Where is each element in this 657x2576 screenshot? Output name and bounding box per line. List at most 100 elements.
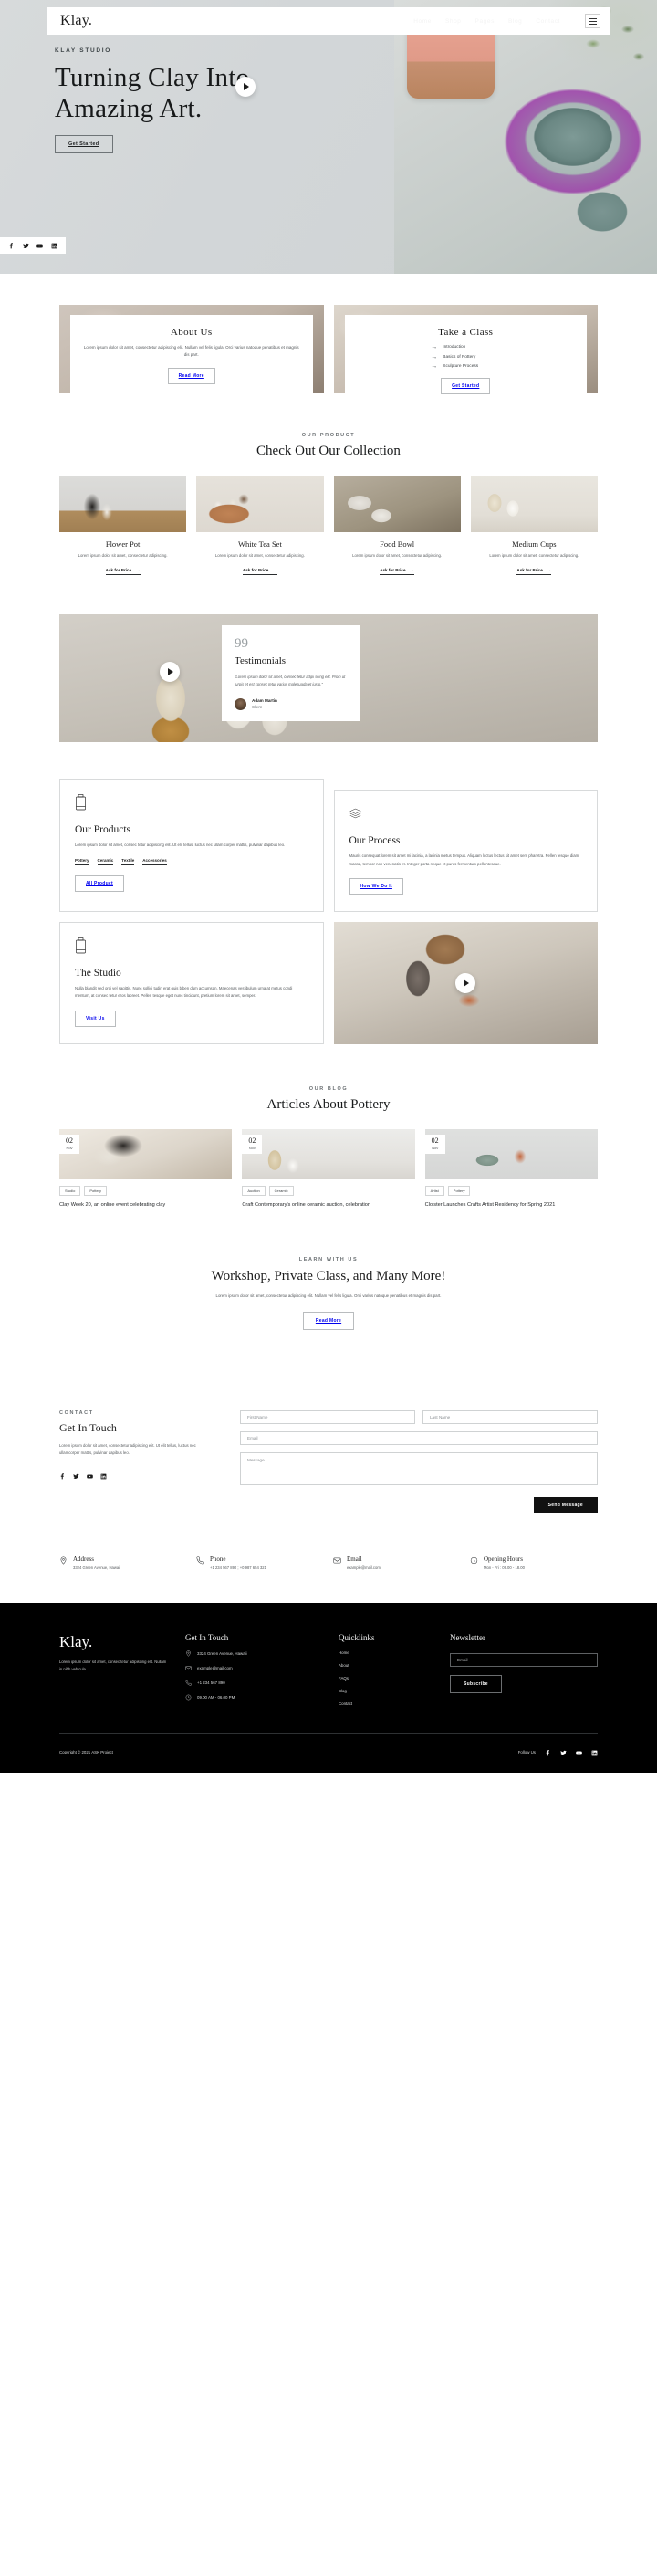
ask-for-price-button[interactable]: Ask for Price → xyxy=(242,568,277,576)
all-product-button[interactable]: All Product xyxy=(75,874,124,892)
blog-tag[interactable]: Pottery xyxy=(447,1185,471,1196)
send-message-button[interactable]: Send Message xyxy=(533,1496,598,1513)
ask-for-price-label: Ask for Price xyxy=(380,568,406,573)
nav-link-pages[interactable]: Pages xyxy=(475,18,495,25)
about-us-card: About Us Lorem ipsum dolor sit amet, con… xyxy=(59,305,324,393)
follow-us-label: Follow Us xyxy=(517,1750,536,1755)
ask-for-price-label: Ask for Price xyxy=(105,568,131,573)
product-card[interactable]: White Tea Set Lorem ipsum dolor sit amet… xyxy=(196,476,324,576)
blog-eyebrow: OUR BLOG xyxy=(308,1085,349,1092)
footer-email-item[interactable]: example@mail.com xyxy=(185,1665,322,1671)
class-item[interactable]: → Introduction xyxy=(431,344,500,351)
last-name-input[interactable]: Last Name xyxy=(422,1409,598,1424)
first-name-input[interactable]: First Name xyxy=(240,1409,415,1424)
hero-get-started-button[interactable]: Get Started xyxy=(55,135,113,154)
facebook-icon[interactable] xyxy=(59,1468,66,1484)
twitter-icon[interactable] xyxy=(560,1744,567,1761)
youtube-icon[interactable] xyxy=(87,1468,93,1484)
nav-link-home[interactable]: Home xyxy=(413,18,432,25)
visit-us-button[interactable]: Visit Us xyxy=(75,1010,116,1027)
product-tag[interactable]: Textile xyxy=(121,858,135,865)
testimonial-card: 99 Testimonials “Lorem ipsum dolor sit a… xyxy=(222,625,360,721)
nav-link-contact[interactable]: Contact xyxy=(536,18,560,25)
product-tag[interactable]: Ceramic xyxy=(97,858,114,865)
blog-post-title[interactable]: Craft Contemporary's online ceramic auct… xyxy=(242,1201,414,1210)
twitter-icon[interactable] xyxy=(73,1468,79,1484)
product-desc: Lorem ipsum dolor sit amet, consectetur … xyxy=(489,553,579,558)
testimonial-author-role: Client xyxy=(252,704,262,709)
footer-link-blog[interactable]: Blog xyxy=(339,1689,433,1693)
email-input[interactable]: Email xyxy=(240,1430,598,1445)
footer-link-faqs[interactable]: FAQs xyxy=(339,1676,433,1681)
product-card[interactable]: Flower Pot Lorem ipsum dolor sit amet, c… xyxy=(59,476,187,576)
product-card[interactable]: Food Bowl Lorem ipsum dolor sit amet, co… xyxy=(333,476,461,576)
duo-section: About Us Lorem ipsum dolor sit amet, con… xyxy=(0,274,657,394)
footer-link-home[interactable]: Home xyxy=(339,1650,433,1655)
blog-post-title[interactable]: Clay Week 20, an online event celebratin… xyxy=(59,1201,232,1210)
arrow-right-icon: → xyxy=(410,568,415,573)
brand-logo[interactable]: Klay. xyxy=(60,13,92,29)
blog-tag[interactable]: Studio xyxy=(59,1185,81,1196)
product-image xyxy=(333,476,461,532)
clock-icon xyxy=(470,1556,478,1564)
blog-tag[interactable]: Artist xyxy=(424,1185,444,1196)
product-tag[interactable]: Accessories xyxy=(142,858,167,865)
our-process-box: Our Process Mauris consequat lorem sit a… xyxy=(333,790,598,912)
footer-brand[interactable]: Klay. xyxy=(59,1633,169,1651)
about-read-more-button[interactable]: Read More xyxy=(167,367,215,384)
testimonial-play-icon[interactable] xyxy=(160,662,180,683)
ask-for-price-label: Ask for Price xyxy=(516,568,543,573)
class-get-started-button[interactable]: Get Started xyxy=(441,378,491,394)
youtube-icon[interactable] xyxy=(36,237,44,254)
blog-card[interactable]: 02 Nov Auction Ceramic Craft Contemporar… xyxy=(242,1128,415,1210)
class-item[interactable]: → Sculpture Process xyxy=(431,363,500,370)
ask-for-price-button[interactable]: Ask for Price → xyxy=(380,568,415,576)
testimonial-author-block: Adam Martin Client xyxy=(235,697,348,710)
footer-phone-item[interactable]: +1 234 567 890 xyxy=(185,1680,322,1686)
footer-link-about[interactable]: About xyxy=(339,1663,433,1668)
message-textarea[interactable]: Message xyxy=(240,1451,598,1485)
products-eyebrow: OUR PRODUCT xyxy=(301,433,356,438)
hamburger-menu-icon[interactable] xyxy=(585,14,600,28)
product-name: Food Bowl xyxy=(380,539,415,549)
footer-quicklinks-title: Quicklinks xyxy=(339,1632,375,1642)
products-grid: Flower Pot Lorem ipsum dolor sit amet, c… xyxy=(59,476,598,576)
cta-body: Lorem ipsum dolor sit amet, consectetur … xyxy=(215,1293,442,1299)
product-desc: Lorem ipsum dolor sit amet, consectetur … xyxy=(214,553,305,558)
blog-card[interactable]: 02 Nov Studio Pottery Clay Week 20, an o… xyxy=(59,1128,233,1210)
blog-post-title[interactable]: Cloister Launches Crafts Artist Residenc… xyxy=(425,1201,598,1210)
cta-read-more-button[interactable]: Read More xyxy=(302,1311,355,1330)
twitter-icon[interactable] xyxy=(22,237,29,254)
youtube-icon[interactable] xyxy=(576,1744,582,1761)
linkedin-icon[interactable] xyxy=(51,237,57,254)
blog-date-day: 02 xyxy=(248,1136,256,1145)
product-card[interactable]: Medium Cups Lorem ipsum dolor sit amet, … xyxy=(470,476,598,576)
blog-tag[interactable]: Pottery xyxy=(84,1185,108,1196)
linkedin-icon[interactable] xyxy=(100,1468,107,1484)
ask-for-price-button[interactable]: Ask for Price → xyxy=(105,568,141,576)
nav-link-shop[interactable]: Shop xyxy=(445,18,462,25)
product-tag[interactable]: Pottery xyxy=(75,858,89,865)
blog-card[interactable]: 02 Nov Artist Pottery Cloister Launches … xyxy=(424,1128,598,1210)
info-email: Email example@mail.com xyxy=(333,1555,461,1570)
facebook-icon[interactable] xyxy=(545,1744,551,1761)
hero-title-line1: Turning Clay Into xyxy=(55,63,250,92)
facebook-icon[interactable] xyxy=(8,237,15,254)
contact-social-list xyxy=(59,1468,216,1484)
blog-tag[interactable]: Ceramic xyxy=(268,1185,294,1196)
subscribe-button[interactable]: Subscribe xyxy=(450,1674,502,1693)
blog-date-chip: 02 Nov xyxy=(242,1134,263,1154)
arrow-right-icon: → xyxy=(547,568,552,573)
hero-play-icon[interactable] xyxy=(235,77,256,97)
newsletter-email-input[interactable]: Email xyxy=(450,1652,598,1667)
blog-tag[interactable]: Auction xyxy=(242,1185,266,1196)
studio-play-icon[interactable] xyxy=(455,972,476,993)
jar-icon xyxy=(76,794,86,811)
footer-link-contact[interactable]: Contact xyxy=(339,1702,433,1706)
class-item[interactable]: → Basics of Pottery xyxy=(431,354,500,361)
how-we-do-it-button[interactable]: How We Do It xyxy=(349,877,403,895)
linkedin-icon[interactable] xyxy=(591,1744,598,1761)
blog-date-month: Nov xyxy=(248,1145,256,1150)
nav-link-blog[interactable]: Blog xyxy=(508,18,522,25)
ask-for-price-button[interactable]: Ask for Price → xyxy=(516,568,552,576)
